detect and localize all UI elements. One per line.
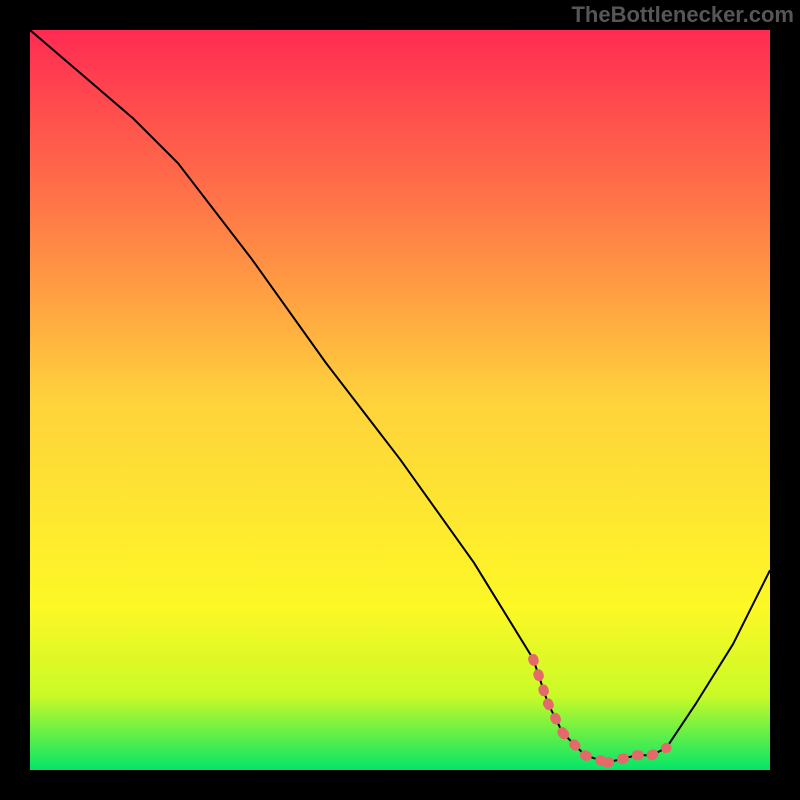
chart-svg — [30, 30, 770, 770]
plot-area — [30, 30, 770, 770]
watermark-label: TheBottlenecker.com — [571, 2, 794, 28]
chart-frame: TheBottlenecker.com — [0, 0, 800, 800]
